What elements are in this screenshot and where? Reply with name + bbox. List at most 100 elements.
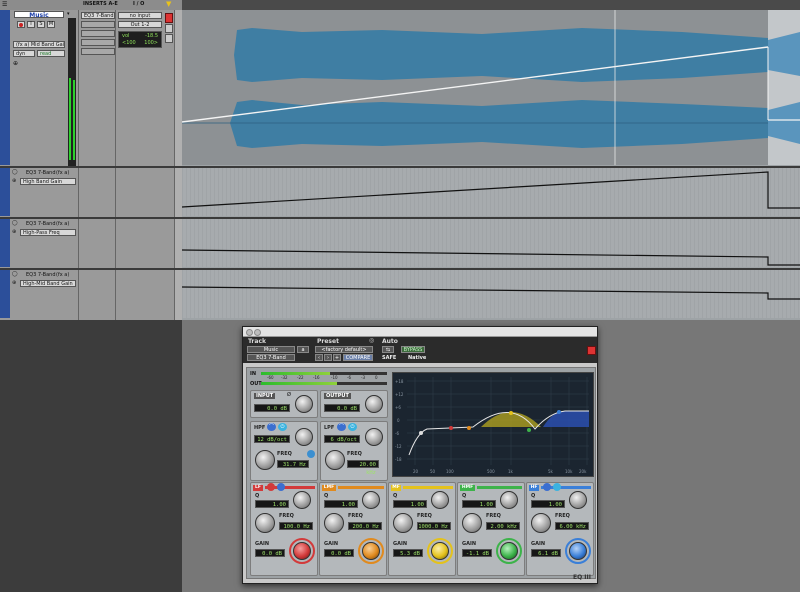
lmf-gain-knob[interactable]: [362, 542, 380, 560]
hmf-gain-value[interactable]: -1.1 dB: [462, 549, 492, 557]
compare-button[interactable]: COMPARE: [343, 354, 373, 361]
waveform-canvas[interactable]: [182, 10, 800, 320]
hmf-gain-knob[interactable]: [500, 542, 518, 560]
lmf-gain-value[interactable]: 0.0 dB: [324, 549, 354, 557]
lpf-freq-knob[interactable]: [325, 450, 345, 470]
waveform-view-icon[interactable]: ⊕: [13, 60, 18, 67]
lane-add-icon[interactable]: ⊕: [12, 229, 16, 235]
plugin-close-red-button[interactable]: [587, 346, 596, 355]
track-status-button[interactable]: [165, 24, 173, 33]
input-monitor-button[interactable]: I: [27, 21, 35, 28]
lf-freq-value[interactable]: 100.0 Hz: [279, 522, 313, 530]
mf-q-knob[interactable]: [431, 491, 449, 509]
hmf-freq-value[interactable]: 2.00 kHz: [486, 522, 520, 530]
hmf-q-knob[interactable]: [500, 491, 518, 509]
lane-toggle-icon[interactable]: ◯: [12, 271, 18, 277]
hmf-freq-knob[interactable]: [462, 513, 482, 533]
hpf-enable-icon[interactable]: ⏻: [278, 423, 287, 431]
track-selector[interactable]: Music: [247, 346, 295, 353]
volume-pan-display[interactable]: vol -18.5 <100 100>: [118, 31, 162, 48]
lane-add-icon[interactable]: ⊕: [12, 178, 16, 184]
record-button[interactable]: [17, 21, 25, 28]
track-status-red-button[interactable]: [165, 13, 173, 23]
dropdown-icon[interactable]: ▾: [67, 11, 70, 17]
automation-mode-selector[interactable]: read: [37, 50, 65, 57]
hf-enable-icon[interactable]: [543, 483, 551, 491]
hpf-freq-value[interactable]: 31.7 Hz: [277, 460, 309, 468]
input-gain-knob[interactable]: [295, 395, 313, 413]
preset-icon[interactable]: ◎: [369, 337, 374, 344]
input-gain-value[interactable]: 0.0 dB: [254, 404, 290, 412]
output-gain-value[interactable]: 0.0 dB: [324, 404, 360, 412]
mf-q-value[interactable]: 1.00: [393, 500, 427, 508]
lane-param-selector[interactable]: High-Pass Freq: [20, 229, 76, 236]
hpf-slope-value[interactable]: 12 dB/oct: [254, 435, 290, 443]
lane-param-selector[interactable]: High Band Gain: [20, 178, 76, 185]
insert-slot-e[interactable]: [81, 48, 115, 55]
lf-gain-value[interactable]: 0.0 dB: [255, 549, 285, 557]
menu-icon[interactable]: ☰: [2, 1, 7, 8]
preset-next-button[interactable]: ›: [324, 354, 332, 361]
insert-slot-b[interactable]: [81, 21, 115, 28]
track-name[interactable]: Music: [14, 11, 64, 18]
mf-gain-value[interactable]: 5.3 dB: [393, 549, 423, 557]
timeline-area[interactable]: [182, 10, 800, 320]
lpf-shape-icon[interactable]: ⌒: [337, 423, 346, 431]
lf-enable-icon[interactable]: [267, 483, 275, 491]
hf-gain-value[interactable]: 6.1 dB: [531, 549, 561, 557]
eq-frequency-graph[interactable]: +18 +12 +6 0 -6 -12 -18 20 50 100 500 1k…: [392, 372, 594, 477]
preset-add-button[interactable]: +: [333, 354, 341, 361]
lf-q-value[interactable]: 1.00: [255, 500, 289, 508]
lf-q-knob[interactable]: [293, 491, 311, 509]
output-selector[interactable]: Out 1-2: [118, 21, 162, 28]
hmf-q-value[interactable]: 1.00: [462, 500, 496, 508]
lane-toggle-icon[interactable]: ◯: [12, 220, 18, 226]
bypass-button[interactable]: BYPASS: [401, 346, 425, 353]
lmf-freq-value[interactable]: 200.0 Hz: [348, 522, 382, 530]
lpf-freq-value[interactable]: 20.00 kHz: [347, 460, 379, 476]
lf-freq-knob[interactable]: [255, 513, 275, 533]
phase-invert-icon[interactable]: Ø: [287, 392, 291, 398]
hf-type-icon[interactable]: [553, 483, 561, 491]
solo-button[interactable]: S: [37, 21, 45, 28]
hf-freq-value[interactable]: 6.00 kHz: [555, 522, 589, 530]
hpf-freq-knob[interactable]: [255, 450, 275, 470]
lmf-q-value[interactable]: 1.00: [324, 500, 358, 508]
lpf-enable-icon[interactable]: ⏻: [348, 423, 357, 431]
mf-freq-value[interactable]: 1000.0 Hz: [417, 522, 451, 530]
lmf-freq-knob[interactable]: [324, 513, 344, 533]
track-group-button[interactable]: a: [297, 346, 309, 353]
hpf-shape-icon[interactable]: ⌒: [267, 423, 276, 431]
preset-selector[interactable]: <factory default>: [315, 346, 373, 353]
hf-q-value[interactable]: 1.00: [531, 500, 565, 508]
hf-freq-knob[interactable]: [531, 513, 551, 533]
lf-type-icon[interactable]: [277, 483, 285, 491]
lpf-slope-knob[interactable]: [365, 428, 383, 446]
track-status-button[interactable]: [165, 34, 173, 43]
hpf-link-icon[interactable]: [307, 450, 315, 458]
lmf-q-knob[interactable]: [362, 491, 380, 509]
input-selector[interactable]: no input: [118, 12, 162, 19]
lane-param-selector[interactable]: High-Mid Band Gain: [20, 280, 76, 287]
insert-slot-c[interactable]: [81, 30, 115, 37]
automation-param-selector[interactable]: (fx a) Mid Band Gain: [13, 41, 65, 48]
output-gain-knob[interactable]: [365, 395, 383, 413]
mf-gain-knob[interactable]: [431, 542, 449, 560]
insert-selector[interactable]: EQ3 7-Band: [247, 354, 295, 361]
lane-toggle-icon[interactable]: ◯: [12, 169, 18, 175]
plugin-title-bar[interactable]: [243, 327, 597, 337]
playlist-selector[interactable]: dyn: [13, 50, 35, 57]
hf-gain-knob[interactable]: [569, 542, 587, 560]
minimize-icon[interactable]: [254, 329, 261, 336]
preset-prev-button[interactable]: ‹: [315, 354, 323, 361]
lpf-slope-value[interactable]: 6 dB/oct: [324, 435, 360, 443]
close-icon[interactable]: [246, 329, 253, 336]
lf-gain-knob[interactable]: [293, 542, 311, 560]
hf-q-knob[interactable]: [569, 491, 587, 509]
auto-button[interactable]: ⇆: [382, 346, 394, 353]
hpf-slope-knob[interactable]: [295, 428, 313, 446]
mute-button[interactable]: M: [47, 21, 55, 28]
lane-add-icon[interactable]: ⊕: [12, 280, 16, 286]
insert-slot-d[interactable]: [81, 39, 115, 46]
insert-slot-a[interactable]: EQ3 7-Band: [81, 12, 115, 19]
